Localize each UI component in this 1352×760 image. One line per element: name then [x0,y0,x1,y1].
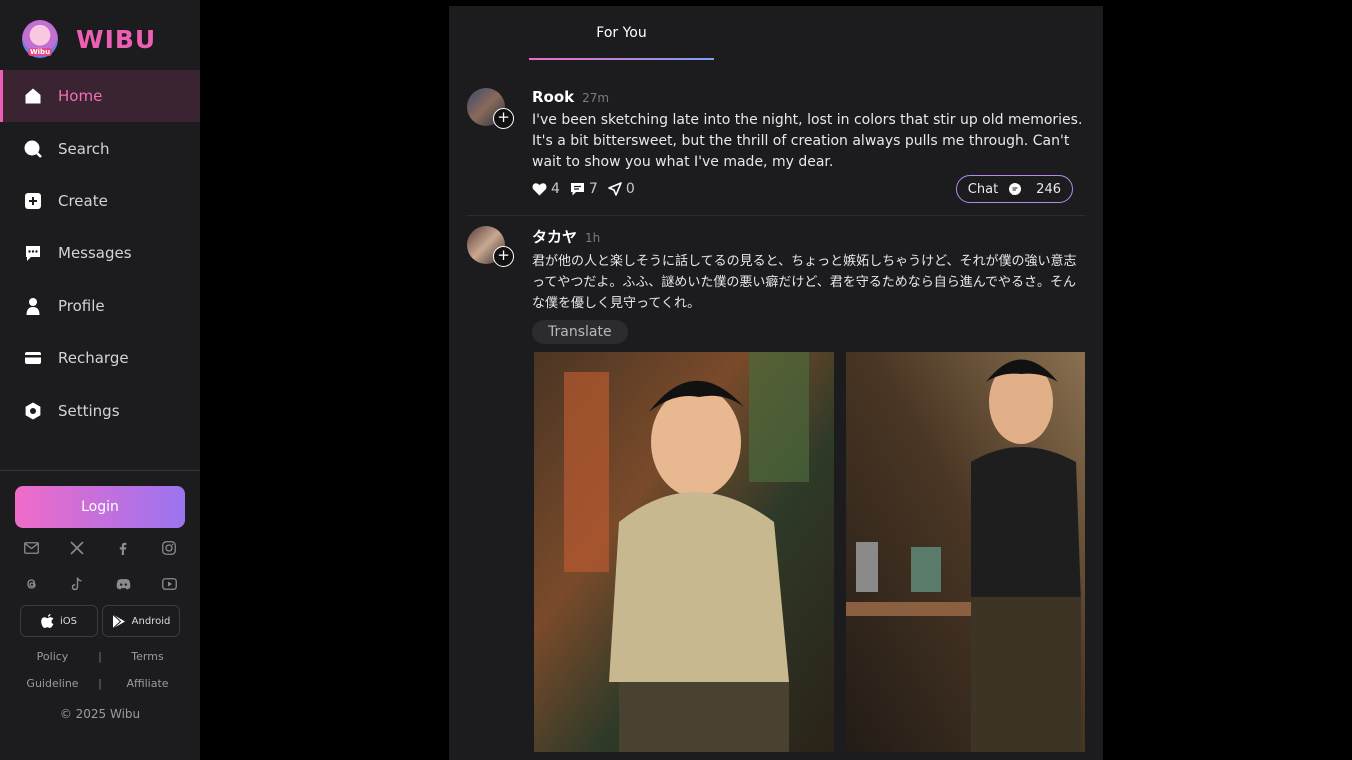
post-actions: 4 7 0 Chat 246 [532,175,1085,203]
post-image[interactable] [534,352,834,752]
chat-count: 246 [1036,181,1061,197]
facebook-icon[interactable] [114,539,132,557]
terms-link[interactable]: Terms [110,650,185,663]
google-play-icon [112,613,125,629]
social-row-2 [12,575,188,593]
like-button[interactable]: 4 [532,181,560,197]
link-separator: | [98,677,102,690]
sidebar: Wibu WIBU Home Search Create Messages Pr… [0,0,200,760]
sidebar-item-label: Recharge [58,349,129,368]
like-count: 4 [551,181,560,197]
sidebar-item-label: Profile [58,296,105,315]
brand-name: WIBU [76,24,157,54]
follow-plus-icon[interactable]: + [493,246,514,267]
app-root: Wibu WIBU Home Search Create Messages Pr… [0,0,1352,760]
send-icon [608,182,622,196]
post-avatar[interactable]: + [467,88,514,129]
footer-links-row-2: Guideline | Affiliate [15,677,185,690]
app-store-buttons: iOS Android [20,605,180,637]
tab-underline [529,58,714,60]
brand[interactable]: Wibu WIBU [22,20,156,58]
copyright: © 2025 Wibu [59,707,141,721]
sidebar-item-label: Settings [58,401,120,420]
post-avatar[interactable]: + [467,226,514,267]
android-download-button[interactable]: Android [102,605,180,637]
youtube-icon[interactable] [160,575,178,593]
guideline-link[interactable]: Guideline [15,677,90,690]
sidebar-item-label: Search [58,139,110,158]
sidebar-item-settings[interactable]: Settings [0,384,200,436]
footer-links-row-1: Policy | Terms [15,650,185,663]
post-time: 1h [585,231,601,245]
sidebar-item-label: Home [58,87,103,106]
chat-label: Chat [967,181,999,197]
sidebar-item-messages[interactable]: Messages [0,227,200,279]
ios-label: iOS [60,615,77,627]
discord-icon[interactable] [114,575,132,593]
affiliate-link[interactable]: Affiliate [110,677,185,690]
gear-icon [24,402,42,420]
message-icon [24,244,42,262]
post-text: 君が他の人と楽しそうに話してるの見ると、ちょっと嫉妬しちゃうけど、それが僕の強い… [532,254,1077,311]
chat-button[interactable]: Chat 246 [955,175,1073,203]
post-body: Rook 27m I've been sketching late into t… [532,88,1085,203]
policy-link[interactable]: Policy [15,650,90,663]
plus-square-icon [24,192,42,210]
link-separator: | [98,650,102,663]
post-divider [467,215,1085,216]
mail-icon[interactable] [22,539,40,557]
apple-icon [41,613,54,628]
comment-icon [570,183,584,196]
post-image-gallery [534,352,1085,752]
wibu-logo-icon: Wibu [22,20,58,58]
credit-card-icon [24,349,42,367]
sidebar-item-create[interactable]: Create [0,175,200,227]
post-header: Rook 27m [532,88,1085,106]
post-username[interactable]: タカヤ [532,226,577,247]
feed-panel: For You + Rook 27m I've been sketching l… [449,6,1103,760]
post-body: タカヤ 1h 君が他の人と楽しそうに話してるの見ると、ちょっと嫉妬しちゃうけど、… [532,226,1085,344]
sidebar-item-recharge[interactable]: Recharge [0,332,200,384]
instagram-icon[interactable] [160,539,178,557]
post-header: タカヤ 1h [532,226,1085,247]
sidebar-item-profile[interactable]: Profile [0,280,200,332]
sidebar-item-search[interactable]: Search [0,122,200,174]
home-icon [24,87,42,105]
x-icon[interactable] [68,539,86,557]
follow-plus-icon[interactable]: + [493,108,514,129]
sidebar-item-home[interactable]: Home [0,70,200,123]
share-button[interactable]: 0 [608,181,635,197]
search-icon [24,140,42,158]
post-text: I've been sketching late into the night,… [532,112,1083,170]
threads-icon[interactable] [22,575,40,593]
comment-count: 7 [588,181,598,197]
post-image[interactable] [846,352,1085,752]
login-button[interactable]: Login [15,486,185,528]
heart-icon [532,183,547,196]
sidebar-nav: Home Search Create Messages Profile Rech… [0,70,200,437]
social-row-1 [12,539,188,557]
chat-bubble-icon [1009,183,1022,195]
logo-text: Wibu [27,48,53,56]
share-count: 0 [625,181,635,197]
user-icon [24,297,42,315]
sidebar-item-label: Create [58,191,108,210]
sidebar-divider [0,470,200,471]
sidebar-item-label: Messages [58,244,132,263]
translate-button[interactable]: Translate [532,320,628,344]
post-time: 27m [582,91,610,105]
android-label: Android [131,615,171,627]
comment-button[interactable]: 7 [570,181,598,197]
tab-for-you[interactable]: For You [529,6,714,60]
ios-download-button[interactable]: iOS [20,605,98,637]
post-card: + Rook 27m I've been sketching late into… [467,88,1085,208]
post-username[interactable]: Rook [532,88,574,106]
tiktok-icon[interactable] [68,575,86,593]
